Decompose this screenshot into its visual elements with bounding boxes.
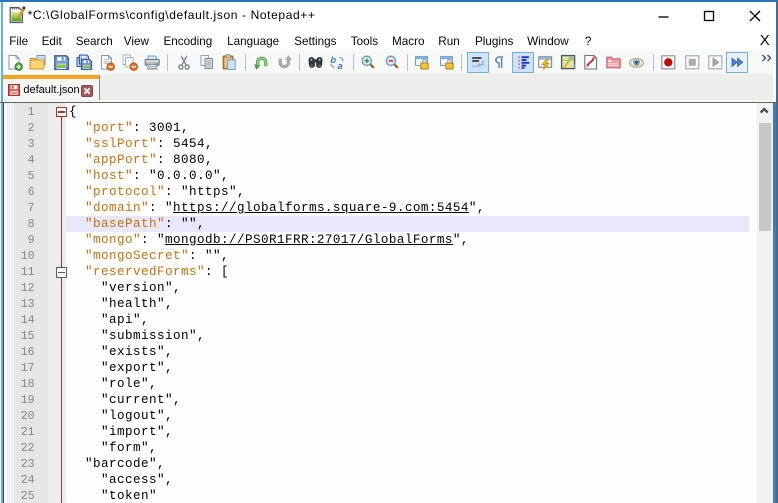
svg-text:a: a — [338, 61, 343, 71]
svg-text:b: b — [331, 55, 337, 65]
